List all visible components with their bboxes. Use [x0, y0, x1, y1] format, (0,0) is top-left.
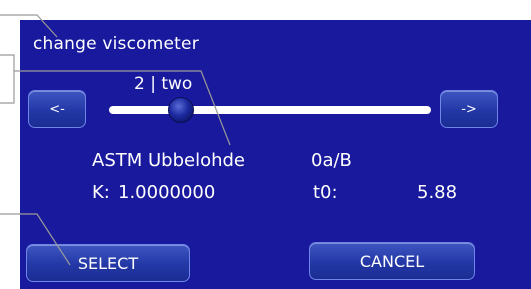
- t0-label: t0:: [313, 182, 338, 203]
- screen-title: change viscometer: [33, 34, 199, 54]
- t0-value: 5.88: [417, 182, 458, 203]
- callout-bracket: [0, 54, 15, 104]
- device-screen: change viscometer 2 | two <- -> ASTM Ubb…: [20, 20, 531, 289]
- previous-button[interactable]: <-: [28, 90, 86, 128]
- viscometer-size: 0a/B: [311, 150, 352, 171]
- viscometer-slider-knob[interactable]: [168, 97, 194, 123]
- select-button[interactable]: SELECT: [26, 244, 190, 282]
- next-button[interactable]: ->: [440, 90, 498, 128]
- viscometer-slider-track[interactable]: [109, 106, 431, 114]
- cancel-button[interactable]: CANCEL: [309, 242, 475, 280]
- k-label: K:: [92, 182, 110, 203]
- slider-value-label: 2 | two: [134, 74, 193, 94]
- viscometer-type: ASTM Ubbelohde: [92, 150, 246, 171]
- viscometer-ui: change viscometer 2 | two <- -> ASTM Ubb…: [0, 0, 531, 289]
- k-value: 1.0000000: [118, 182, 216, 203]
